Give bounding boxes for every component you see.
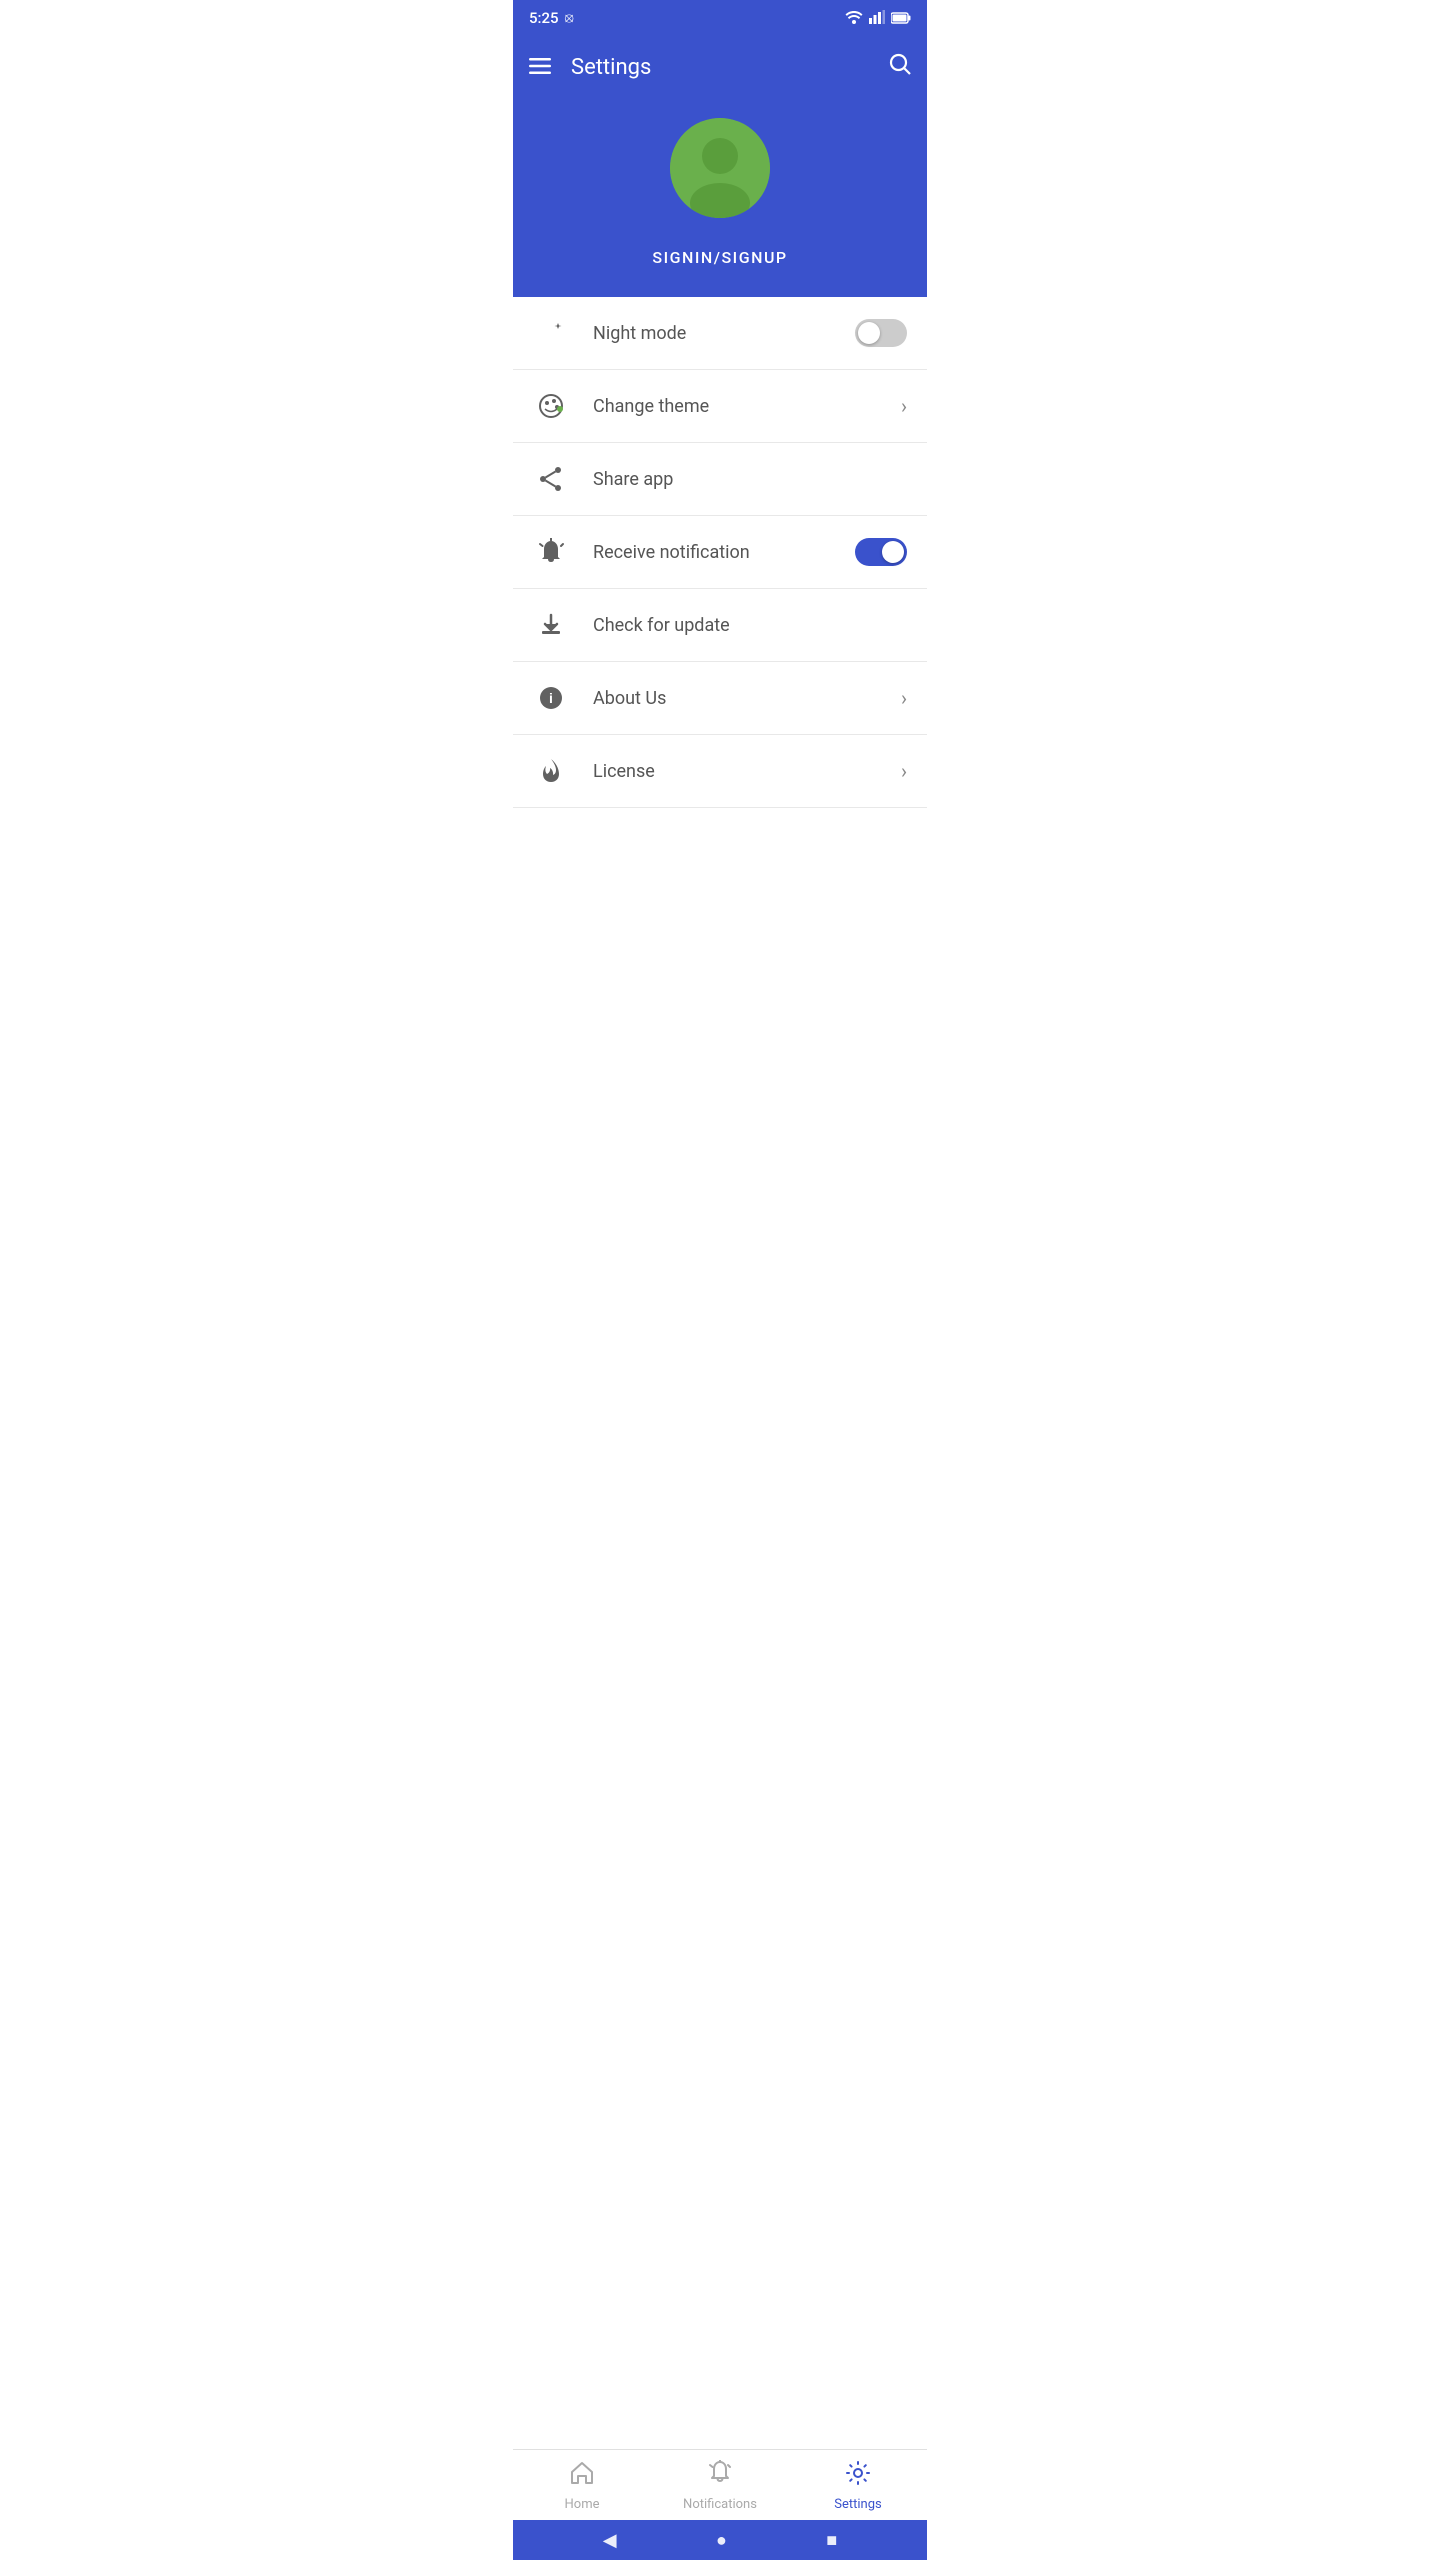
palette-icon	[533, 388, 569, 424]
back-button[interactable]: ◀	[603, 2530, 617, 2551]
bottom-nav: Home Notifications Settings	[513, 2449, 927, 2520]
night-mode-switch[interactable]	[855, 319, 907, 347]
night-mode-left: Night mode	[533, 315, 855, 351]
wifi-icon	[845, 9, 863, 28]
app-bar: Settings	[513, 36, 927, 98]
license-label: License	[593, 761, 655, 782]
license-right: ›	[901, 759, 907, 783]
about-us-left: i About Us	[533, 680, 901, 716]
nav-notifications-label: Notifications	[683, 2497, 757, 2512]
share-app-item[interactable]: Share app	[513, 443, 927, 516]
nav-settings-icon	[845, 2460, 871, 2493]
change-theme-right: ›	[901, 394, 907, 418]
signal-icon	[869, 9, 885, 28]
receive-notification-left: Receive notification	[533, 534, 855, 570]
nav-notifications-icon	[707, 2460, 733, 2493]
app-bar-left: Settings	[529, 55, 651, 80]
receive-notification-toggle[interactable]	[855, 538, 907, 566]
nav-notifications[interactable]: Notifications	[651, 2460, 789, 2512]
nav-settings[interactable]: Settings	[789, 2460, 927, 2512]
signin-label[interactable]: SIGNIN/SIGNUP	[652, 248, 787, 267]
about-us-item[interactable]: i About Us ›	[513, 662, 927, 735]
night-mode-toggle[interactable]	[855, 319, 907, 347]
chevron-right-icon: ›	[901, 686, 907, 710]
receive-notification-switch[interactable]	[855, 538, 907, 566]
share-icon	[533, 461, 569, 497]
bell-alert-icon	[533, 534, 569, 570]
search-icon[interactable]	[889, 53, 911, 81]
receive-notification-track	[855, 538, 907, 566]
moon-star-icon	[533, 315, 569, 351]
settings-list: Night mode Change theme	[513, 297, 927, 808]
night-mode-label: Night mode	[593, 323, 686, 344]
status-left: 5:25 ⦻	[529, 9, 574, 27]
chevron-right-icon: ›	[901, 759, 907, 783]
nav-settings-label: Settings	[834, 2497, 881, 2512]
about-us-right: ›	[901, 686, 907, 710]
home-icon	[569, 2460, 595, 2493]
receive-notification-label: Receive notification	[593, 542, 750, 563]
fire-icon	[533, 753, 569, 789]
nav-home-label: Home	[565, 2497, 600, 2512]
app-bar-title: Settings	[571, 55, 651, 80]
change-theme-label: Change theme	[593, 396, 709, 417]
profile-header: SIGNIN/SIGNUP	[513, 98, 927, 297]
share-app-left: Share app	[533, 461, 907, 497]
about-us-label: About Us	[593, 688, 666, 709]
check-update-left: Check for update	[533, 607, 907, 643]
status-time: 5:25	[529, 9, 559, 27]
change-theme-item[interactable]: Change theme ›	[513, 370, 927, 443]
check-update-label: Check for update	[593, 615, 730, 636]
receive-notification-thumb	[882, 541, 904, 563]
home-button[interactable]: ●	[716, 2530, 727, 2551]
status-bar: 5:25 ⦻	[513, 0, 927, 36]
recent-button[interactable]: ■	[826, 2530, 837, 2551]
night-mode-track	[855, 319, 907, 347]
avatar	[670, 118, 770, 218]
download-icon	[533, 607, 569, 643]
change-theme-left: Change theme	[533, 388, 901, 424]
license-left: License	[533, 753, 901, 789]
nav-home[interactable]: Home	[513, 2460, 651, 2512]
info-icon: i	[533, 680, 569, 716]
receive-notification-item[interactable]: Receive notification	[513, 516, 927, 589]
battery-icon	[891, 9, 911, 28]
night-mode-item[interactable]: Night mode	[513, 297, 927, 370]
system-nav: ◀ ● ■	[513, 2520, 927, 2560]
night-mode-thumb	[858, 322, 880, 344]
share-app-label: Share app	[593, 469, 673, 490]
license-item[interactable]: License ›	[513, 735, 927, 808]
sync-icon: ⦻	[565, 10, 574, 26]
hamburger-menu-icon[interactable]	[529, 55, 551, 80]
check-update-item[interactable]: Check for update	[513, 589, 927, 662]
status-right	[845, 9, 911, 28]
svg-text:i: i	[549, 690, 553, 706]
chevron-right-icon: ›	[901, 394, 907, 418]
